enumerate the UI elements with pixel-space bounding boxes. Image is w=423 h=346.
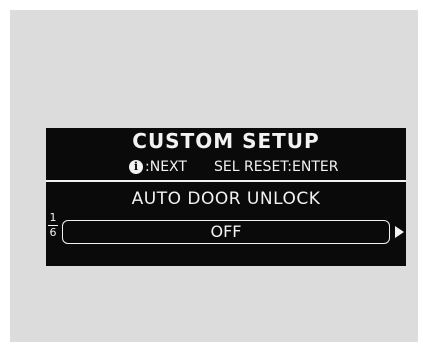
arrow-right-icon[interactable] (395, 226, 404, 238)
divider (46, 180, 406, 182)
info-icon[interactable]: i (129, 160, 143, 174)
screen-title: CUSTOM SETUP (132, 129, 320, 153)
display-bezel: CUSTOM SETUP i :NEXT SEL RESET:ENTER AUT… (10, 10, 418, 342)
reset-hint: SEL RESET:ENTER (214, 159, 339, 175)
page-total: 6 (49, 226, 57, 239)
setting-value-selector[interactable]: OFF (62, 220, 390, 244)
page-indicator: 1 6 (48, 212, 58, 239)
next-hint-label: :NEXT (145, 159, 187, 175)
next-hint: i :NEXT (129, 158, 187, 176)
page-current: 1 (49, 211, 57, 224)
custom-setup-screen: CUSTOM SETUP i :NEXT SEL RESET:ENTER AUT… (46, 128, 406, 266)
setting-name: AUTO DOOR UNLOCK (131, 189, 321, 209)
